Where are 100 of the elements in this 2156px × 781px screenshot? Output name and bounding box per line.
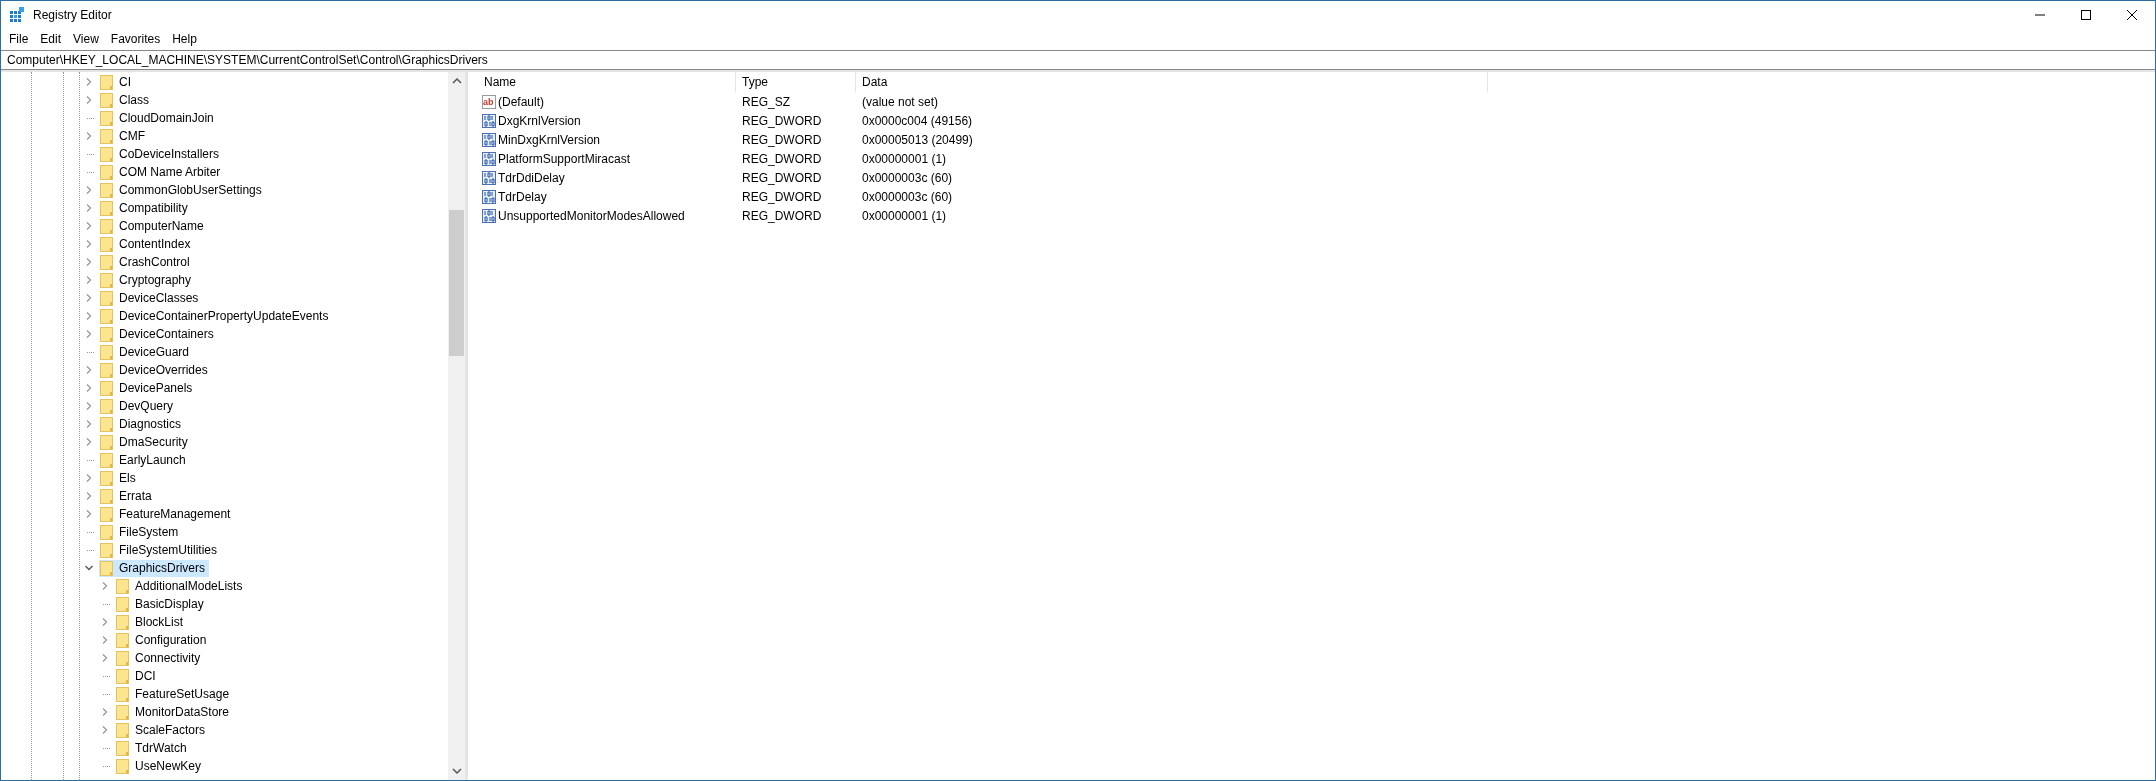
tree-item[interactable]: CI xyxy=(99,73,135,91)
tree-item[interactable]: CMF xyxy=(99,127,149,145)
folder-icon xyxy=(116,668,129,684)
binary-value-icon xyxy=(482,151,496,166)
value-data: 0x0000c004 (49156) xyxy=(861,113,974,128)
tree-item[interactable]: COM Name Arbiter xyxy=(99,163,225,181)
folder-icon xyxy=(116,632,129,648)
tree-item[interactable]: UseNewKey xyxy=(115,757,206,775)
tree-item[interactable]: FileSystemUtilities xyxy=(99,541,221,559)
folder-icon xyxy=(116,758,129,774)
menu-item[interactable]: File xyxy=(3,30,35,48)
tree-item[interactable]: CommonGlobUserSettings xyxy=(99,181,266,199)
value-data: 0x0000003c (60) xyxy=(861,189,954,204)
tree-item[interactable]: DeviceOverrides xyxy=(99,361,212,379)
tree-item[interactable]: ScaleFactors xyxy=(115,721,210,739)
value-type: REG_DWORD xyxy=(741,170,823,185)
tree-item[interactable]: EarlyLaunch xyxy=(99,451,190,469)
folder-icon xyxy=(100,506,113,522)
value-name[interactable]: UnsupportedMonitorModesAllowed xyxy=(498,208,685,223)
tree-item[interactable]: FileSystem xyxy=(99,523,183,541)
folder-icon xyxy=(116,650,129,666)
close-icon xyxy=(2127,10,2137,20)
folder-icon xyxy=(100,182,113,198)
tree-item[interactable]: BlockList xyxy=(115,613,188,631)
tree-item[interactable]: Configuration xyxy=(115,631,211,649)
tree-item[interactable]: TdrWatch xyxy=(115,739,191,757)
tree-item[interactable]: DeviceContainerPropertyUpdateEvents xyxy=(99,307,333,325)
scrollbar-thumb[interactable] xyxy=(449,210,464,356)
tree-item[interactable]: CloudDomainJoin xyxy=(99,109,218,127)
tree-item[interactable]: DmaSecurity xyxy=(99,433,192,451)
menu-item[interactable]: Help xyxy=(166,30,203,48)
value-type: REG_DWORD xyxy=(741,151,823,166)
binary-value-icon xyxy=(482,170,496,185)
folder-icon xyxy=(100,524,113,540)
binary-value-icon xyxy=(482,132,496,147)
column-header[interactable]: Data xyxy=(856,72,1488,92)
tree-item[interactable]: BasicDisplay xyxy=(115,595,208,613)
column-header[interactable]: Type xyxy=(736,72,856,92)
tree-item[interactable]: DeviceGuard xyxy=(99,343,194,361)
address-bar[interactable]: Computer\HKEY_LOCAL_MACHINE\SYSTEM\CurrentControlSet\Control\GraphicsDrivers xyxy=(1,50,2155,70)
value-type: REG_DWORD xyxy=(741,132,823,147)
folder-icon xyxy=(100,380,113,396)
tree-item[interactable]: GraphicsDrivers xyxy=(99,559,209,577)
folder-icon xyxy=(100,488,113,504)
binary-value-icon xyxy=(482,113,496,128)
value-data: 0x00000001 (1) xyxy=(861,151,948,166)
tree-item[interactable]: ComputerName xyxy=(99,217,208,235)
folder-icon xyxy=(116,614,129,630)
tree-item[interactable]: DevQuery xyxy=(99,397,178,415)
tree-item[interactable]: CoDeviceInstallers xyxy=(99,145,224,163)
folder-icon xyxy=(100,308,113,324)
binary-value-icon xyxy=(482,208,496,223)
registry-app-icon xyxy=(9,7,25,23)
folder-icon xyxy=(100,398,113,414)
value-type: REG_DWORD xyxy=(741,189,823,204)
folder-icon xyxy=(116,578,129,594)
folder-icon xyxy=(100,560,113,576)
tree-item[interactable]: MonitorDataStore xyxy=(115,703,234,721)
folder-icon xyxy=(116,704,129,720)
tree-item[interactable]: Els xyxy=(99,469,140,487)
menu-item[interactable]: Edit xyxy=(34,30,68,48)
window-title: Registry Editor xyxy=(33,8,112,22)
value-name[interactable]: DxgKrnlVersion xyxy=(498,113,581,128)
menu-item[interactable]: Favorites xyxy=(104,30,167,48)
folder-icon xyxy=(116,596,129,612)
tree-item[interactable]: Errata xyxy=(99,487,156,505)
tree-item[interactable]: DeviceClasses xyxy=(99,289,203,307)
value-data: 0x0000003c (60) xyxy=(861,170,954,185)
tree-item[interactable]: Class xyxy=(99,91,153,109)
value-data: 0x00005013 (20499) xyxy=(861,132,974,147)
folder-icon xyxy=(100,344,113,360)
folder-icon xyxy=(100,362,113,378)
menu-item[interactable]: View xyxy=(67,30,105,48)
scroll-down-icon[interactable] xyxy=(451,766,462,776)
tree-item[interactable]: Diagnostics xyxy=(99,415,186,433)
tree-item[interactable]: Compatibility xyxy=(99,199,192,217)
tree-item[interactable]: Connectivity xyxy=(115,649,205,667)
tree-item[interactable]: Cryptography xyxy=(99,271,196,289)
value-name[interactable]: PlatformSupportMiracast xyxy=(498,151,631,166)
folder-icon xyxy=(116,686,129,702)
tree-item[interactable]: DeviceContainers xyxy=(99,325,218,343)
folder-icon xyxy=(116,722,129,738)
column-header[interactable]: Name xyxy=(478,72,736,92)
tree-item[interactable]: CrashControl xyxy=(99,253,194,271)
tree-item[interactable]: DevicePanels xyxy=(99,379,197,397)
scroll-up-icon[interactable] xyxy=(451,76,462,86)
tree-item[interactable]: AdditionalModeLists xyxy=(115,577,247,595)
value-data: (value not set) xyxy=(861,94,940,109)
tree-item[interactable]: DCI xyxy=(115,667,160,685)
value-name[interactable]: (Default) xyxy=(498,94,544,109)
value-name[interactable]: TdrDdiDelay xyxy=(498,170,565,185)
value-name[interactable]: TdrDelay xyxy=(498,189,547,204)
vertical-scrollbar[interactable] xyxy=(448,72,465,780)
tree-item[interactable]: ContentIndex xyxy=(99,235,195,253)
value-type: REG_DWORD xyxy=(741,208,823,223)
folder-icon xyxy=(100,92,113,108)
folder-icon xyxy=(100,128,113,144)
tree-item[interactable]: FeatureSetUsage xyxy=(115,685,234,703)
tree-item[interactable]: FeatureManagement xyxy=(99,505,235,523)
value-name[interactable]: MinDxgKrnlVersion xyxy=(498,132,601,147)
